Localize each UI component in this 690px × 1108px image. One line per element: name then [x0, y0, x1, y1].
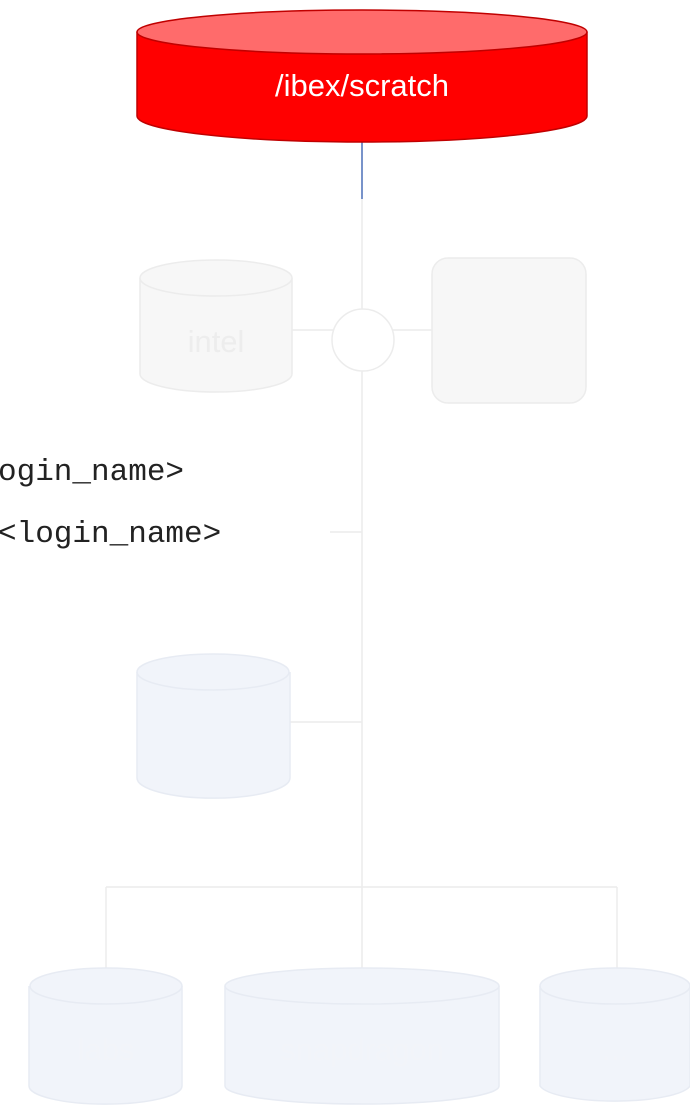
more-label: ...	[602, 1032, 628, 1067]
more-cylinder-top	[539, 967, 690, 1005]
labs-cylinder-top	[29, 967, 183, 1005]
root-cylinder: /ibex/scratch	[136, 9, 588, 143]
more-cylinder: ...	[539, 967, 690, 1102]
labs-cylinder: labs	[28, 967, 183, 1105]
intel-cylinder: intel	[139, 259, 293, 393]
login-path-line-2: <login_name>	[0, 517, 221, 552]
project-cylinder-top	[136, 653, 290, 691]
snapdragon-cylinder-top	[224, 967, 500, 1005]
intel-label: intel	[188, 324, 245, 359]
login-path-line-1: ogin_name>	[0, 455, 184, 490]
intel-cylinder-top	[139, 259, 293, 297]
labs-label: labs	[78, 1032, 135, 1067]
root-cylinder-label: /ibex/scratch	[275, 68, 449, 103]
snapdragon-cylinder: snapdragon	[224, 967, 500, 1105]
junction-circle	[331, 308, 395, 372]
root-cylinder-top	[136, 9, 588, 55]
snapdragon-label: snapdragon	[280, 1032, 444, 1067]
project-cylinder-body	[136, 672, 291, 799]
project-cylinder	[136, 653, 291, 799]
faded-box	[431, 257, 587, 404]
login-path-text: ogin_name> <login_name>	[0, 455, 221, 552]
storage-hierarchy-diagram: /ibex/scratch intel ogin_name> <login_na…	[0, 9, 690, 1105]
